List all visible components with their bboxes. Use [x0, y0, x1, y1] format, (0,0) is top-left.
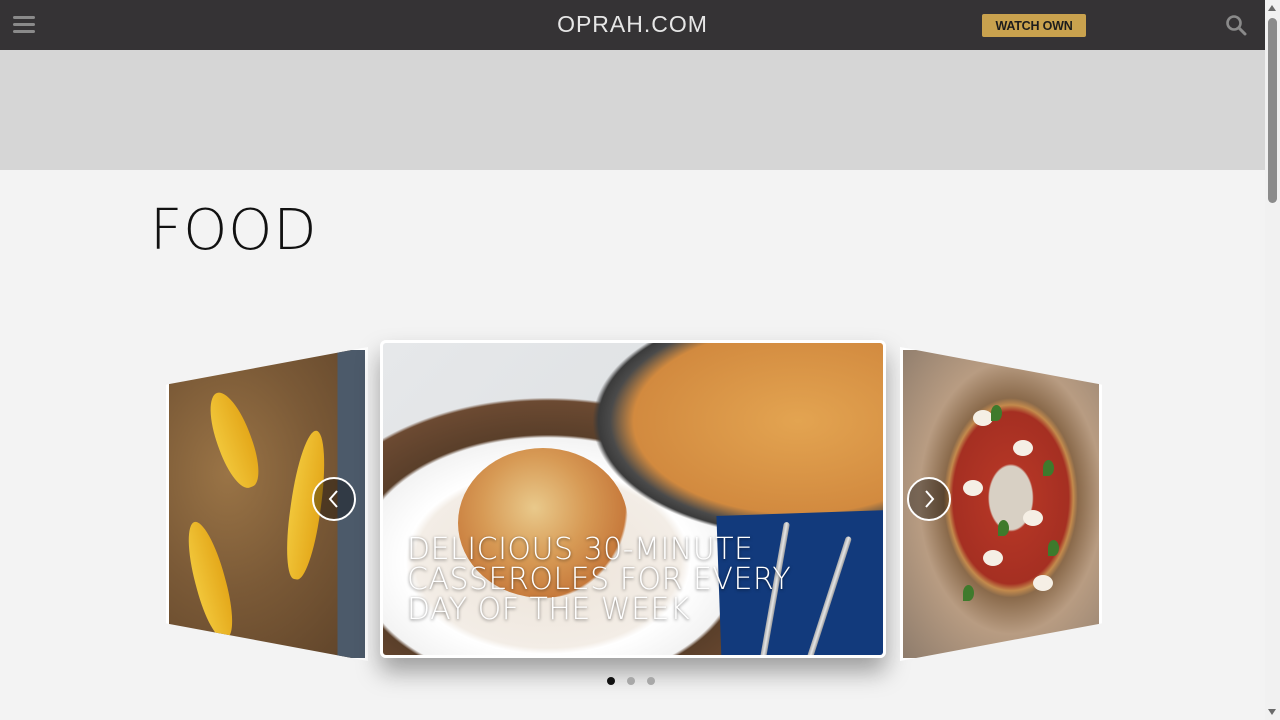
scroll-up-arrow-icon[interactable] [1268, 5, 1276, 11]
carousel-dot-2[interactable] [627, 677, 635, 685]
carousel-dot-1[interactable] [607, 677, 615, 685]
page-title: FOOD [150, 198, 318, 263]
top-navigation-bar: OPRAH.COM WATCH OWN [0, 0, 1265, 50]
search-icon[interactable] [1225, 14, 1247, 36]
scrollbar-thumb[interactable] [1268, 18, 1277, 203]
chevron-left-icon [328, 490, 338, 508]
scroll-down-arrow-icon[interactable] [1268, 709, 1276, 715]
slide-caption[interactable]: DELICIOUS 30-MINUTE CASSEROLES FOR EVERY… [407, 535, 847, 625]
carousel-slide-active[interactable]: DELICIOUS 30-MINUTE CASSEROLES FOR EVERY… [380, 340, 886, 658]
carousel-prev-button[interactable] [312, 477, 356, 521]
chevron-right-icon [925, 490, 935, 508]
vertical-scrollbar[interactable] [1265, 0, 1280, 720]
featured-carousel: DELICIOUS 30-MINUTE CASSEROLES FOR EVERY… [160, 335, 1110, 685]
carousel-pagination [607, 677, 655, 685]
carousel-next-button[interactable] [907, 477, 951, 521]
carousel-dot-3[interactable] [647, 677, 655, 685]
advertisement-banner [0, 50, 1265, 170]
watch-own-button[interactable]: WATCH OWN [982, 14, 1086, 37]
